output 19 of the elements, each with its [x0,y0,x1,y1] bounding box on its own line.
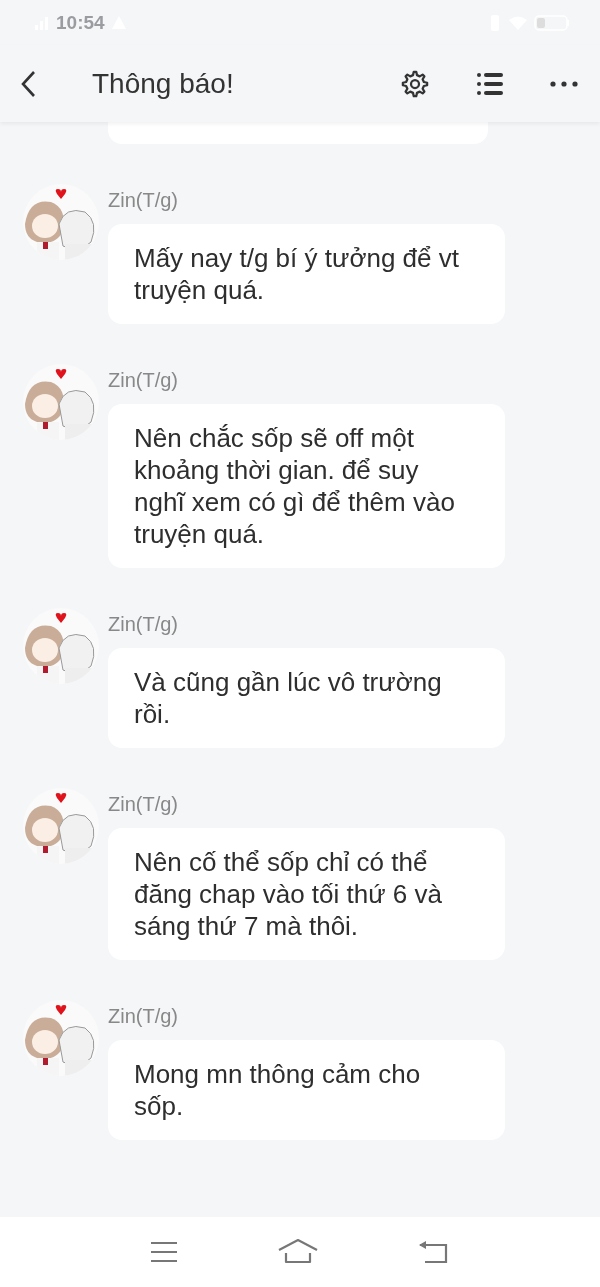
home-icon[interactable] [278,1239,318,1265]
more-icon[interactable] [550,80,578,87]
message-bubble: Nên cố thể sốp chỉ có thể đăng chap vào tối thứ 6 và sáng thứ 7 mà thôi. [108,828,505,960]
status-time: 10:54 [56,11,105,34]
battery-icon [534,14,570,31]
message-bubble: Mong mn thông cảm cho sốp. [108,1040,505,1140]
back-icon[interactable] [20,69,36,98]
author-name: Zin(T/g) [108,368,179,393]
author-name: Zin(T/g) [108,792,179,817]
list-icon[interactable] [476,71,504,96]
menu-icon[interactable] [150,1241,178,1263]
page-title: Thông báo! [92,67,235,100]
message-bubble: Nên chắc sốp sẽ off một khoảng thời gian. để suy nghĩ xem có gì để thêm vào truyện quá. [108,404,505,568]
message-bubble: Mấy nay t/g bí ý tưởng để vt truyện quá. [108,224,505,324]
settings-icon[interactable] [400,68,430,99]
author-name: Zin(T/g) [108,612,179,637]
author-name: Zin(T/g) [108,188,179,213]
message-bubble: Và cũng gần lúc vô trường rồi. [108,648,505,748]
author-name: Zin(T/g) [108,1004,179,1029]
